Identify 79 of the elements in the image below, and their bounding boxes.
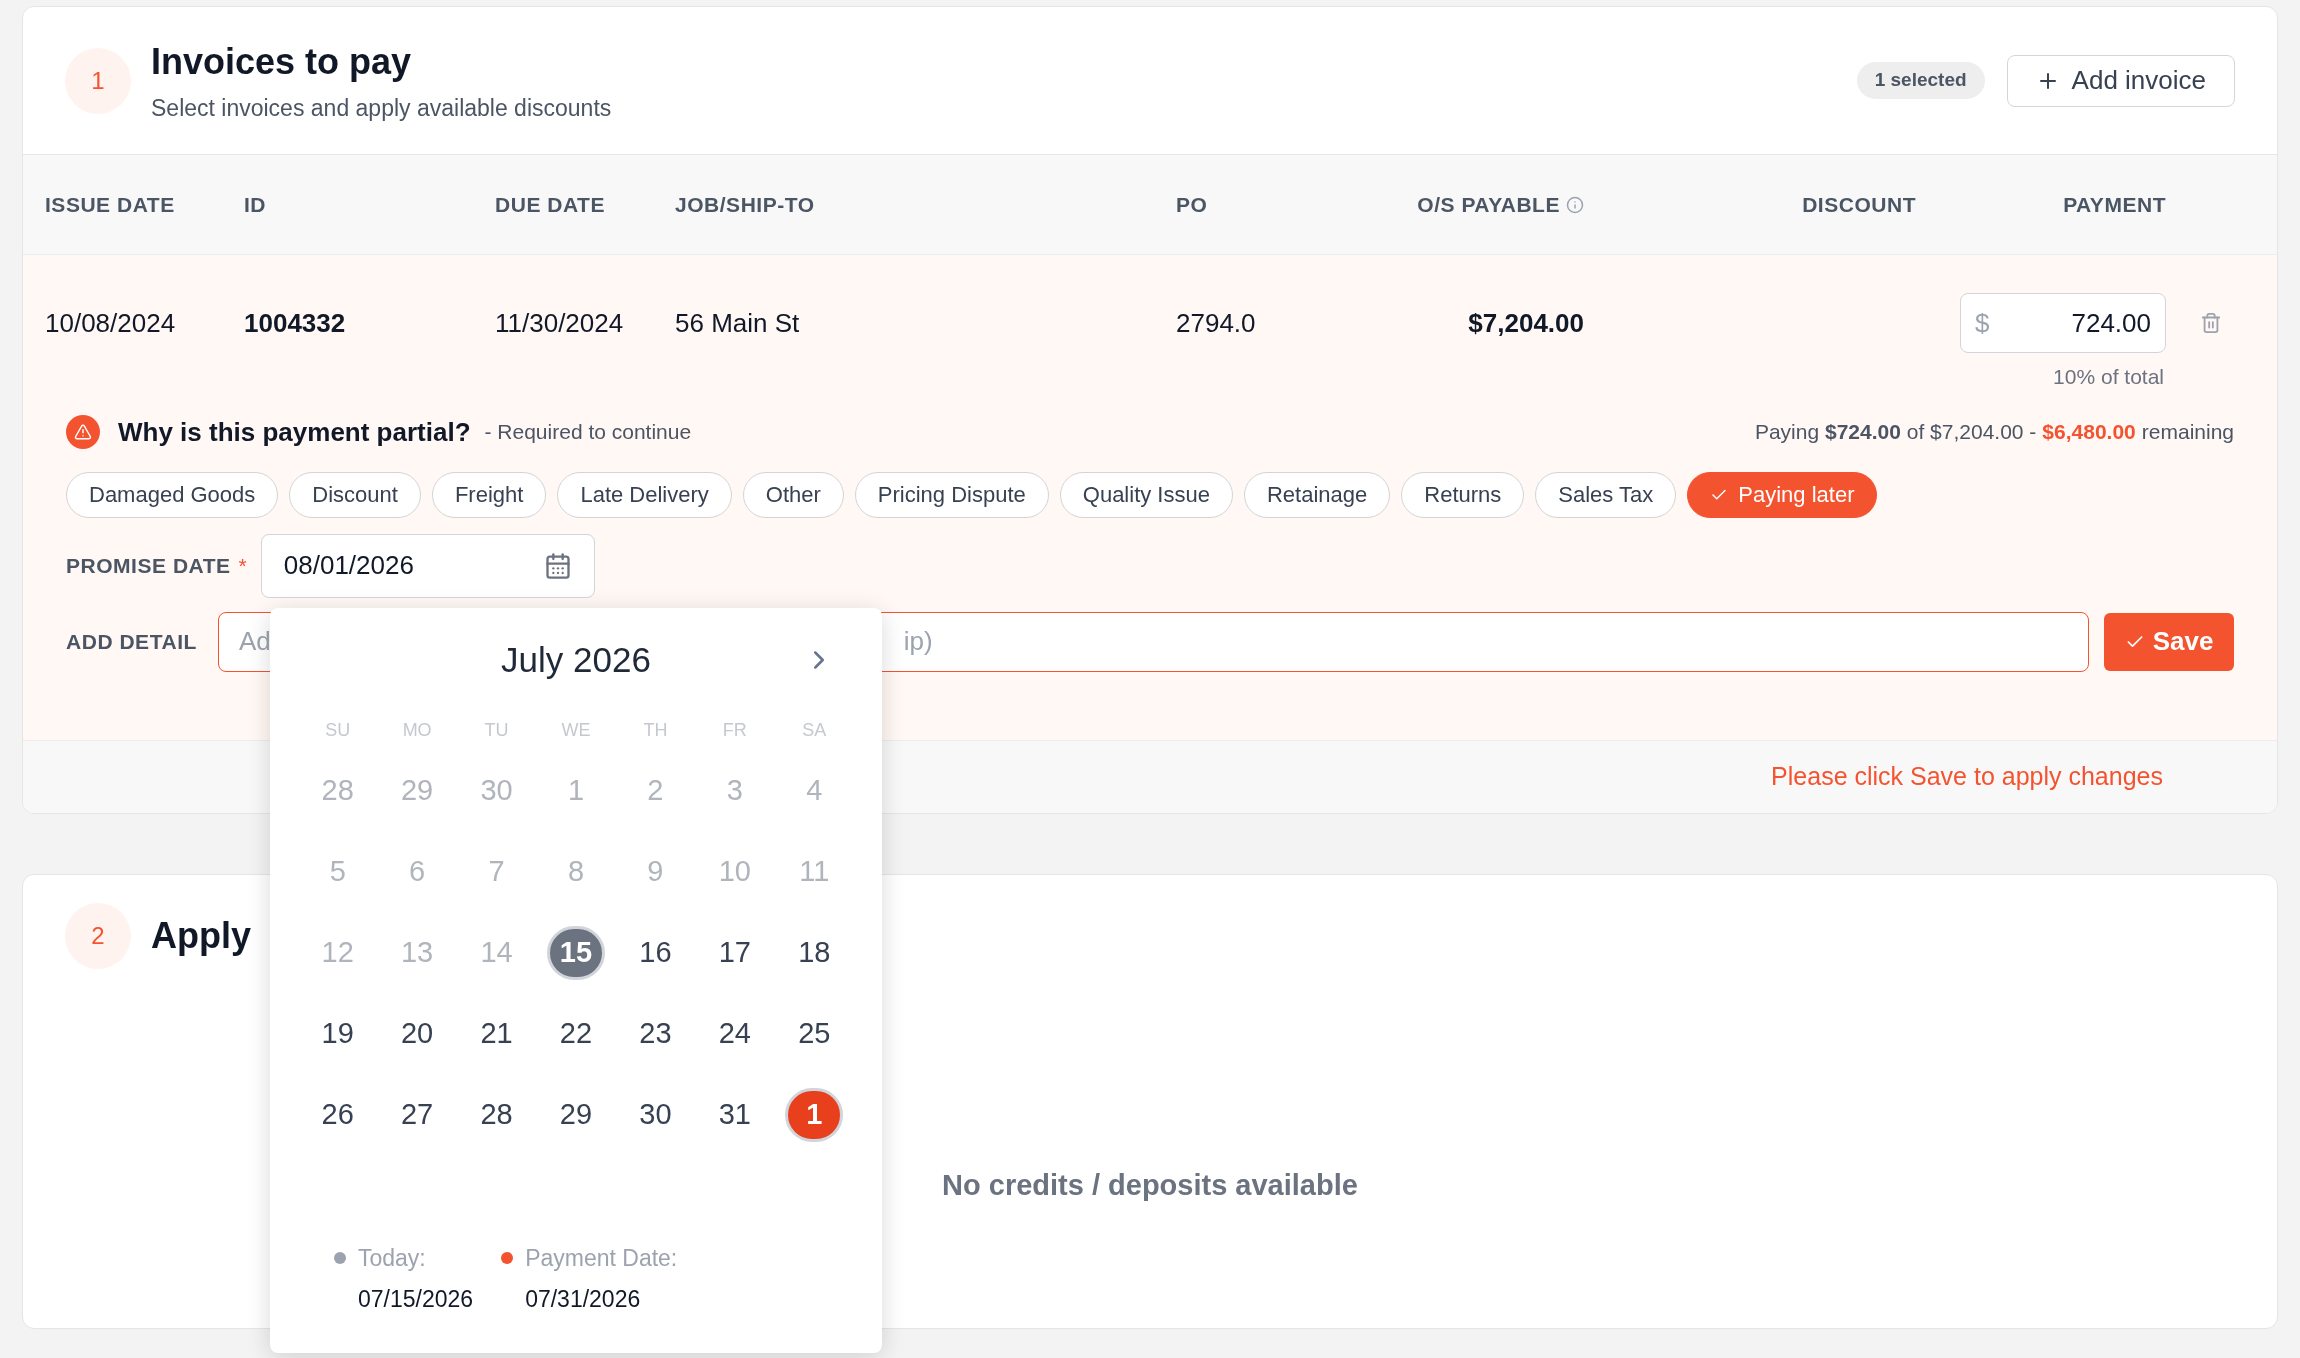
reason-chip[interactable]: Returns xyxy=(1401,471,1525,518)
promise-date-field[interactable]: 08/01/2026 xyxy=(260,533,595,598)
calendar-day[interactable]: 24 xyxy=(705,1006,764,1061)
weekday-label: TH xyxy=(643,718,668,742)
weekday-label: TU xyxy=(484,718,509,742)
calendar-day[interactable]: 27 xyxy=(388,1087,447,1142)
add-detail-label: ADD DETAIL xyxy=(66,628,198,655)
calendar-day[interactable]: 15 xyxy=(547,925,605,980)
table-cell-text: 11/30/2024 xyxy=(495,306,625,340)
selected-count-badge: 1 selected xyxy=(1856,62,1985,99)
reason-chip[interactable]: Retainage xyxy=(1243,471,1391,518)
remaining-label: remaining xyxy=(2141,419,2234,446)
calendar-icon[interactable] xyxy=(543,551,572,580)
calendar-day[interactable]: 23 xyxy=(626,1006,685,1061)
calendar-day[interactable]: 1 xyxy=(785,1087,844,1142)
info-icon xyxy=(1566,195,1584,214)
partial-question: Why is this payment partial? xyxy=(118,415,471,449)
step-number: 2 xyxy=(65,902,131,969)
column-header: DUE DATE xyxy=(495,191,605,218)
section-title: Apply xyxy=(151,913,251,958)
table-cell-text: 2794.0 xyxy=(1176,306,1257,340)
column-header: PAYMENT xyxy=(2063,191,2166,218)
table-cell-text: 56 Main St xyxy=(675,306,801,340)
legend-date: 07/31/2026 xyxy=(525,1284,642,1314)
calendar-day[interactable]: 19 xyxy=(308,1006,367,1061)
warning-icon xyxy=(66,415,100,449)
legend-label: Today: xyxy=(358,1244,426,1273)
calendar-day[interactable]: 21 xyxy=(467,1006,526,1061)
calendar-day[interactable]: 18 xyxy=(785,925,844,980)
reason-chip[interactable]: Damaged Goods xyxy=(66,471,279,518)
section-title: Invoices to pay xyxy=(151,40,413,85)
reason-chip[interactable]: Pricing Dispute xyxy=(854,471,1049,518)
calendar-day[interactable]: 26 xyxy=(308,1087,367,1142)
promise-date-label: PROMISE DATE xyxy=(66,552,231,579)
weekday-label: SU xyxy=(325,718,351,742)
empty-message: No credits / deposits available xyxy=(942,1167,1358,1203)
remaining-amount: $6,480.00 xyxy=(2042,419,2136,446)
column-header: PO xyxy=(1176,191,1208,218)
column-header: ISSUE DATE xyxy=(45,191,175,218)
step-number: 1 xyxy=(65,47,131,114)
calendar-day[interactable]: 25 xyxy=(785,1006,844,1061)
payment-field[interactable]: $ 724.00 xyxy=(1960,293,2166,353)
column-header: DISCOUNT xyxy=(1802,191,1916,218)
column-header: ID xyxy=(244,191,267,218)
weekday-label: SA xyxy=(802,718,827,742)
calendar-day[interactable]: 31 xyxy=(705,1087,764,1142)
payment-value: 724.00 xyxy=(2070,306,2151,340)
payment-summary: Paying $724.00 of $7,204.00 - xyxy=(1754,419,2037,446)
calendar-day[interactable]: 30 xyxy=(626,1087,685,1142)
calendar-day[interactable]: 29 xyxy=(547,1087,605,1142)
column-header: JOB/SHIP-TO xyxy=(675,191,815,218)
legend-label: Payment Date: xyxy=(525,1244,678,1273)
reason-chip[interactable]: Other xyxy=(742,471,844,518)
weekday-label: FR xyxy=(722,718,747,742)
required-mark: * xyxy=(238,552,247,579)
add-invoice-button[interactable]: Add invoice xyxy=(2006,54,2235,107)
calendar-day[interactable]: 16 xyxy=(626,925,685,980)
reason-chip[interactable]: Discount xyxy=(289,471,421,518)
table-cell-text: 10/08/2024 xyxy=(45,306,177,340)
weekday-label: MO xyxy=(402,718,432,742)
payment-share: 10% of total xyxy=(2053,364,2164,390)
table-cell-text: $7,204.00 xyxy=(1467,306,1584,340)
delete-icon[interactable] xyxy=(2199,312,2222,334)
column-header: O/S PAYABLE xyxy=(1417,191,1560,218)
reason-chip[interactable]: Freight xyxy=(431,471,547,518)
table-cell-text: 1004332 xyxy=(244,306,347,340)
required-note: - Required to continue xyxy=(484,419,692,446)
legend-date: 07/15/2026 xyxy=(358,1284,474,1314)
save-reminder: Please click Save to apply changes xyxy=(1771,760,2163,792)
weekday-label: WE xyxy=(561,718,591,742)
calendar-day[interactable]: 28 xyxy=(467,1087,526,1142)
reason-chip[interactable]: Sales Tax xyxy=(1535,471,1677,518)
currency-symbol: $ xyxy=(1975,306,1990,340)
calendar-day[interactable]: 17 xyxy=(705,925,764,980)
reason-chip[interactable]: Late Delivery xyxy=(557,471,732,518)
calendar-day[interactable]: 20 xyxy=(388,1006,447,1061)
section-subtitle: Select invoices and apply available discounts xyxy=(151,94,612,124)
reason-chip[interactable]: Quality Issue xyxy=(1059,471,1233,518)
calendar-day[interactable]: 22 xyxy=(547,1006,605,1061)
